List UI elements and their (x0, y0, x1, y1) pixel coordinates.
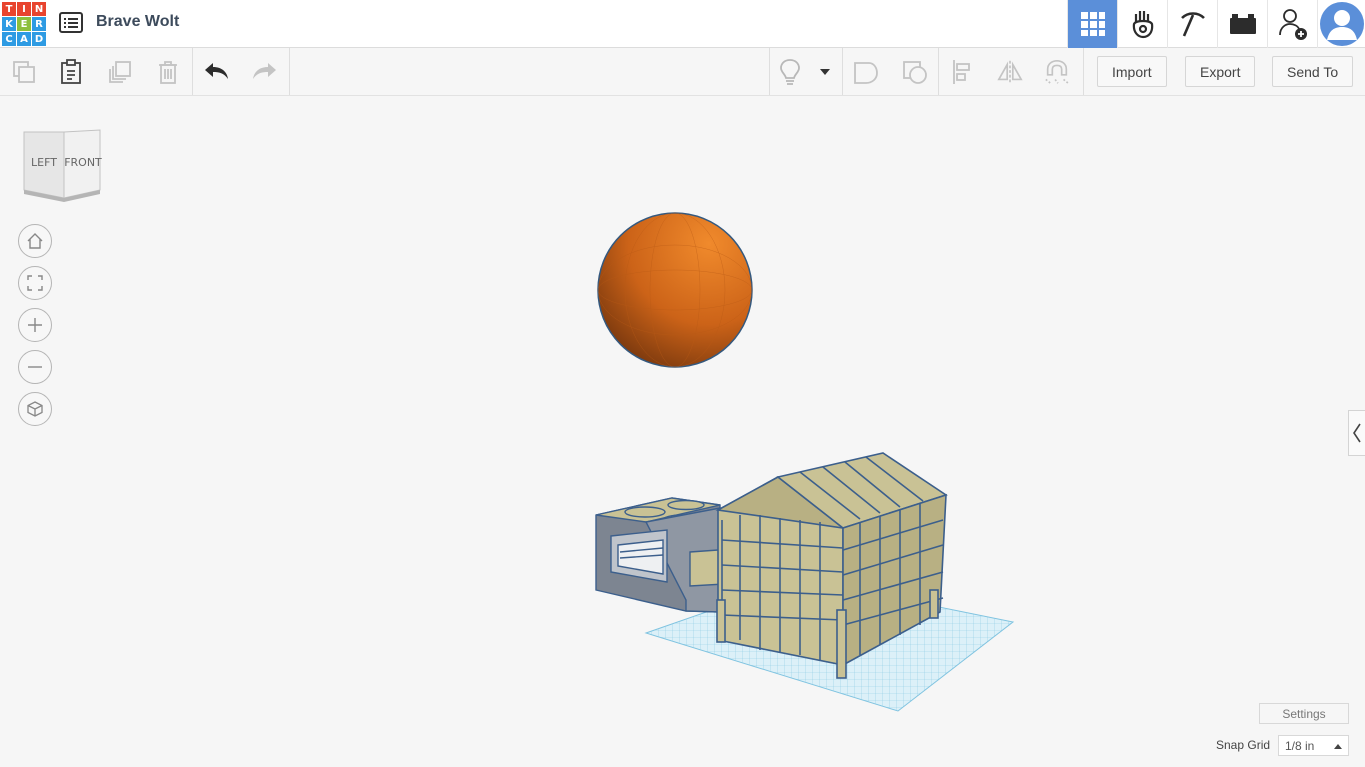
grid-view-icon[interactable] (1067, 0, 1117, 48)
tinkercad-logo[interactable]: T I N K E R C A D (2, 2, 46, 46)
group-icon[interactable] (852, 58, 880, 86)
logo-letter: A (17, 32, 31, 46)
send-to-button[interactable]: Send To (1272, 56, 1354, 87)
chevron-left-icon (1353, 423, 1361, 443)
snap-grid-select[interactable]: 1/8 in (1278, 735, 1349, 756)
settings-button[interactable]: Settings (1259, 703, 1349, 724)
logo-letter: T (2, 2, 16, 16)
logo-letter: C (2, 32, 16, 46)
sphere-shape[interactable] (597, 212, 753, 368)
redo-icon[interactable] (250, 58, 278, 86)
cube-icon (27, 401, 43, 417)
add-user-icon[interactable] (1267, 0, 1317, 48)
edit-toolbar: Import Export Send To (0, 48, 1365, 96)
import-button[interactable]: Import (1097, 56, 1167, 87)
side-panel-toggle[interactable] (1348, 410, 1365, 456)
align-icon[interactable] (950, 58, 978, 86)
ungroup-icon[interactable] (901, 58, 929, 86)
logo-letter: N (32, 2, 46, 16)
undo-icon[interactable] (203, 58, 231, 86)
lightbulb-icon[interactable] (776, 58, 804, 86)
snap-grid-value: 1/8 in (1285, 738, 1315, 753)
fit-view-button[interactable] (18, 266, 52, 300)
copy-icon[interactable] (10, 58, 38, 86)
logo-letter: R (32, 17, 46, 31)
zoom-in-button[interactable] (18, 308, 52, 342)
delete-icon[interactable] (154, 58, 182, 86)
cruise-magnet-icon[interactable] (1043, 58, 1071, 86)
design-menu-icon[interactable] (57, 10, 85, 36)
snap-grid-label: Snap Grid (1216, 738, 1271, 752)
fit-icon (27, 275, 43, 291)
mirror-icon[interactable] (996, 58, 1024, 86)
minus-icon (28, 366, 42, 368)
home-view-button[interactable] (18, 224, 52, 258)
pickaxe-icon[interactable] (1167, 0, 1217, 48)
design-title[interactable]: Brave Wolt (96, 13, 179, 31)
workplane-scene[interactable] (560, 200, 1040, 720)
hand-tinker-icon[interactable] (1117, 0, 1167, 48)
top-header: T I N K E R C A D Brave Wolt (0, 0, 1365, 48)
view-cube[interactable]: LEFT FRONT (22, 128, 104, 204)
logo-letter: D (32, 32, 46, 46)
caret-up-icon (1334, 744, 1342, 749)
paste-icon[interactable] (57, 58, 85, 86)
viewcube-front-label: FRONT (64, 156, 102, 169)
zoom-out-button[interactable] (18, 350, 52, 384)
brick-icon[interactable] (1217, 0, 1267, 48)
viewcube-left-label: LEFT (31, 156, 57, 169)
logo-letter: E (17, 17, 31, 31)
duplicate-icon[interactable] (106, 58, 134, 86)
profile-avatar-icon[interactable] (1317, 0, 1365, 48)
perspective-button[interactable] (18, 392, 52, 426)
chevron-down-icon[interactable] (813, 58, 837, 86)
logo-letter: K (2, 17, 16, 31)
plus-icon (28, 318, 42, 332)
logo-letter: I (17, 2, 31, 16)
home-icon (27, 233, 43, 249)
export-button[interactable]: Export (1185, 56, 1256, 87)
